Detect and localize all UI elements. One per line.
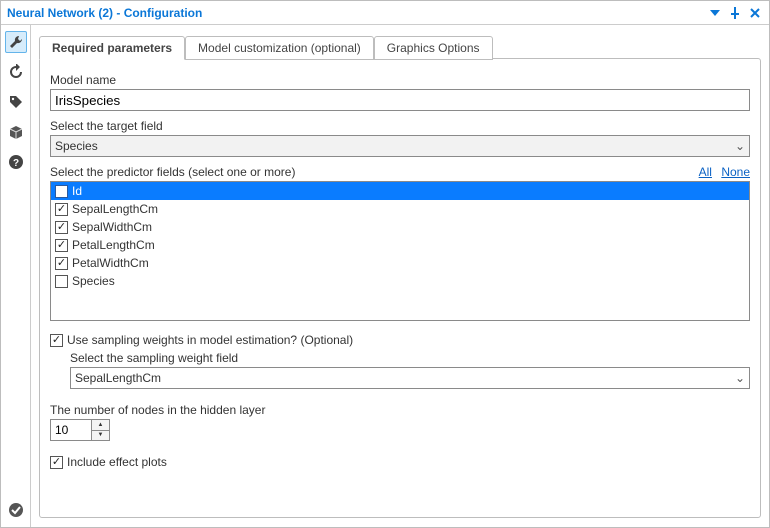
tab-strip: Required parameters Model customization …	[39, 33, 761, 59]
model-name-input[interactable]	[50, 89, 750, 111]
left-toolbar: ?	[1, 25, 31, 527]
pin-icon[interactable]	[727, 5, 743, 21]
list-item[interactable]: SepalLengthCm	[51, 200, 749, 218]
sidebar-help-icon[interactable]: ?	[5, 151, 27, 173]
tab-model-customization[interactable]: Model customization (optional)	[185, 36, 374, 60]
list-item-label: SepalLengthCm	[72, 202, 158, 216]
checkbox[interactable]	[55, 239, 68, 252]
tab-page-required: Model name Select the target field Speci…	[39, 58, 761, 518]
list-item-label: PetalLengthCm	[72, 238, 155, 252]
list-item-label: PetalWidthCm	[72, 256, 149, 270]
target-field-label: Select the target field	[50, 119, 750, 133]
sidebar-wrench-icon[interactable]	[5, 31, 27, 53]
checkbox[interactable]	[55, 185, 68, 198]
chevron-down-icon: ⌄	[735, 139, 745, 153]
checkbox[interactable]	[55, 221, 68, 234]
list-item[interactable]: SepalWidthCm	[51, 218, 749, 236]
spinner-down-icon[interactable]: ▼	[92, 431, 109, 441]
effect-plots-label: Include effect plots	[67, 455, 167, 469]
sidebar-tag-icon[interactable]	[5, 91, 27, 113]
target-field-select[interactable]: Species ⌄	[50, 135, 750, 157]
spinner-up-icon[interactable]: ▲	[92, 420, 109, 431]
sampling-field-value: SepalLengthCm	[75, 371, 161, 385]
hidden-nodes-label: The number of nodes in the hidden layer	[50, 403, 750, 417]
hidden-nodes-input[interactable]	[51, 420, 91, 440]
predictors-label: Select the predictor fields (select one …	[50, 165, 295, 179]
model-name-label: Model name	[50, 73, 750, 87]
effect-plots-checkbox-row[interactable]: Include effect plots	[50, 455, 750, 469]
tab-graphics-options[interactable]: Graphics Options	[374, 36, 493, 60]
list-item[interactable]: Species	[51, 272, 749, 290]
list-item[interactable]: Id	[51, 182, 749, 200]
sampling-weights-checkbox-row[interactable]: Use sampling weights in model estimation…	[50, 333, 750, 347]
hidden-nodes-spinner[interactable]: ▲ ▼	[50, 419, 110, 441]
close-icon[interactable]	[747, 5, 763, 21]
list-item-label: Species	[72, 274, 115, 288]
sidebar-checkmark-icon[interactable]	[5, 499, 27, 521]
checkbox[interactable]	[55, 275, 68, 288]
list-item[interactable]: PetalWidthCm	[51, 254, 749, 272]
svg-text:?: ?	[12, 158, 18, 169]
tab-required-parameters[interactable]: Required parameters	[39, 36, 185, 60]
list-item-label: Id	[72, 184, 82, 198]
select-none-link[interactable]: None	[721, 165, 750, 179]
sampling-field-label: Select the sampling weight field	[70, 351, 750, 365]
chevron-down-icon: ⌄	[735, 371, 745, 385]
predictors-listbox[interactable]: Id SepalLengthCm SepalWidthCm PetalLengt…	[50, 181, 750, 321]
sampling-weights-label: Use sampling weights in model estimation…	[67, 333, 353, 347]
checkbox[interactable]	[55, 257, 68, 270]
select-all-link[interactable]: All	[699, 165, 712, 179]
effect-plots-checkbox[interactable]	[50, 456, 63, 469]
target-field-value: Species	[55, 139, 98, 153]
sampling-field-select[interactable]: SepalLengthCm ⌄	[70, 367, 750, 389]
sampling-weights-checkbox[interactable]	[50, 334, 63, 347]
sidebar-box-icon[interactable]	[5, 121, 27, 143]
sidebar-refresh-icon[interactable]	[5, 61, 27, 83]
checkbox[interactable]	[55, 203, 68, 216]
window-title: Neural Network (2) - Configuration	[7, 6, 703, 20]
list-item-label: SepalWidthCm	[72, 220, 152, 234]
dropdown-icon[interactable]	[707, 5, 723, 21]
list-item[interactable]: PetalLengthCm	[51, 236, 749, 254]
